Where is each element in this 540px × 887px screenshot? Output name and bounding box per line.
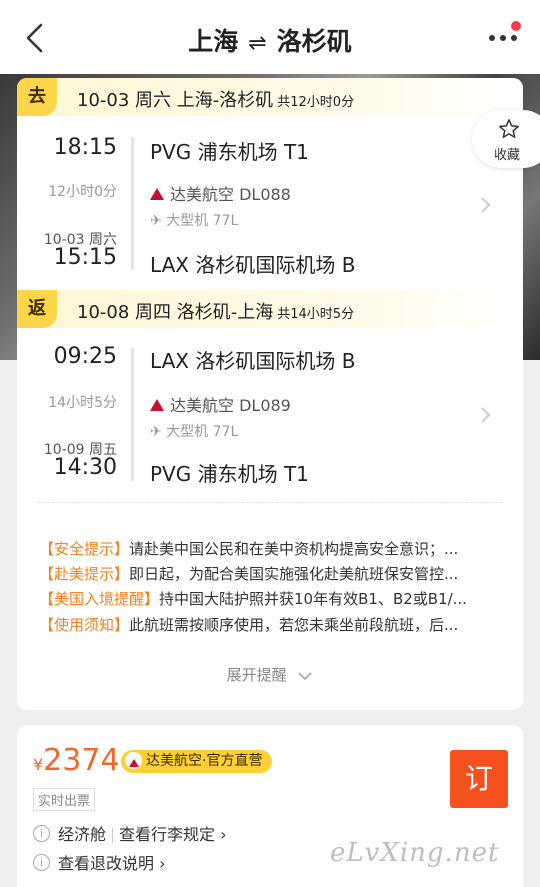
divider: [37, 502, 503, 503]
chevron-down-icon: [298, 671, 313, 680]
return-airline: 达美航空 DL089: [150, 392, 291, 416]
chevron-right-icon: [481, 407, 491, 423]
separator: [112, 828, 114, 843]
outbound-dep-airport: PVG 浦东机场 T1: [150, 140, 309, 164]
tip-travel-to-us[interactable]: 【赴美提示】即日起，为配合美国实施强化赴美航班保安管控...: [39, 563, 519, 584]
swap-arrows-icon: ⇌: [248, 31, 267, 56]
return-flight-duration: 14小时5分: [48, 395, 117, 411]
star-icon: [499, 119, 519, 138]
outbound-aircraft: ✈ 大型机 77L: [150, 213, 239, 229]
expand-tips-button[interactable]: 展开提醒: [17, 664, 523, 685]
origin-city: 上海: [188, 27, 239, 56]
plane-icon: ✈: [150, 213, 162, 229]
route-title: 上海 ⇌ 洛杉矶: [0, 22, 540, 58]
plane-icon: ✈: [150, 424, 162, 440]
top-bar: 上海 ⇌ 洛杉矶: [0, 0, 540, 74]
outbound-arr-time: 15:15: [53, 245, 117, 270]
outbound-airline: 达美航空 DL088: [150, 181, 291, 205]
delta-logo-icon: [150, 187, 164, 200]
return-dep-airport: LAX 洛杉矶国际机场 B: [150, 349, 356, 373]
refund-row[interactable]: i 查看退改说明 ›: [33, 850, 166, 874]
favorite-label: 收藏: [494, 148, 521, 163]
chevron-right-icon: [481, 197, 491, 213]
baggage-rules-link[interactable]: 查看行李规定: [119, 825, 215, 844]
flight-card: 去 10-03 周六 上海-洛杉矶 共12小时0分 18:15 12小时0分 10…: [17, 78, 523, 710]
tip-safety[interactable]: 【安全提示】请赴美中国公民和在美中资机构提高安全意识；...: [39, 538, 519, 559]
return-aircraft: ✈ 大型机 77L: [150, 424, 239, 440]
return-total-duration: 共14小时5分: [277, 307, 355, 322]
return-tag: 返: [17, 290, 57, 328]
return-arr-airport: PVG 浦东机场 T1: [150, 462, 309, 486]
book-button[interactable]: 订: [450, 750, 508, 808]
notification-dot: [509, 19, 523, 33]
delta-logo-icon: [150, 398, 164, 411]
cabin-baggage-row: i 经济舱 查看行李规定 ›: [33, 821, 227, 845]
info-icon: i: [33, 854, 50, 871]
official-store-badge: 达美航空·官方直营: [121, 750, 273, 773]
outbound-dep-time: 18:15: [53, 135, 117, 160]
info-icon: i: [33, 825, 50, 842]
outbound-tag: 去: [17, 78, 57, 116]
watermark: eLvXing.net: [330, 838, 500, 868]
delta-logo-icon: [125, 751, 142, 769]
destination-city: 洛杉矶: [276, 27, 352, 56]
return-summary: 10-08 周四 洛杉矶-上海 共14小时5分: [77, 302, 355, 323]
return-arr-time: 14:30: [53, 455, 117, 480]
chevron-right-icon: ›: [215, 825, 227, 844]
outbound-timeline: [131, 137, 134, 270]
refund-rules-link[interactable]: 查看退改说明: [58, 854, 154, 873]
return-dep-time: 09:25: [53, 344, 117, 369]
outbound-total-duration: 共12小时0分: [277, 95, 355, 110]
outbound-arr-airport: LAX 洛杉矶国际机场 B: [150, 253, 356, 277]
cabin-class: 经济舱: [58, 825, 107, 844]
price: ¥2374: [33, 743, 120, 778]
return-timeline: [131, 348, 134, 481]
return-header: 返 10-08 周四 洛杉矶-上海 共14小时5分: [17, 290, 523, 328]
outbound-flight-duration: 12小时0分: [48, 184, 117, 200]
realtime-ticketing-tag: 实时出票: [33, 788, 96, 811]
tip-usage-notice[interactable]: 【使用须知】此航班需按顺序使用，若您未乘坐前段航班，后...: [39, 614, 519, 635]
outbound-summary: 10-03 周六 上海-洛杉矶 共12小时0分: [77, 90, 355, 111]
favorite-button[interactable]: 收藏: [472, 110, 540, 168]
outbound-header: 去 10-03 周六 上海-洛杉矶 共12小时0分: [17, 78, 523, 116]
tip-us-entry[interactable]: 【美国入境提醒】持中国大陆护照并获10年有效B1、B2或B1/...: [39, 588, 519, 609]
chevron-right-icon: ›: [154, 854, 166, 873]
